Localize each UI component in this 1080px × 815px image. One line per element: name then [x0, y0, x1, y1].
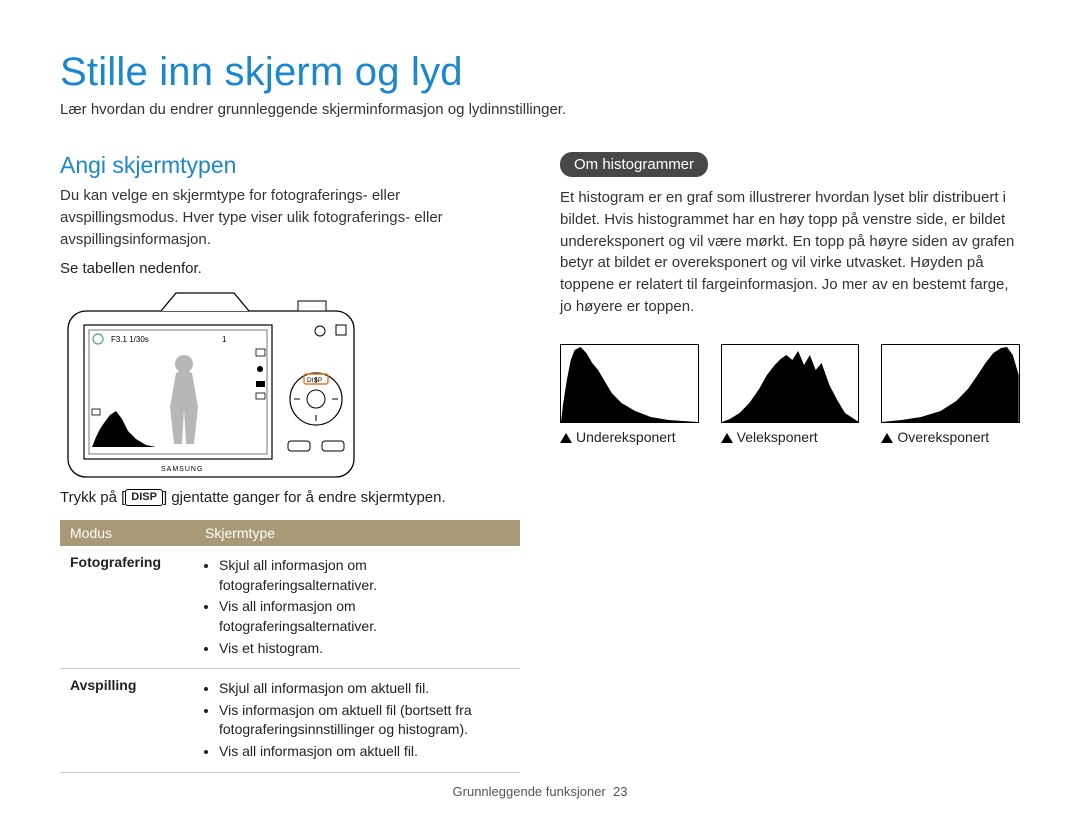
screen-shot-count: 1	[222, 335, 227, 344]
list-item: Skjul all informasjon om fotograferingsa…	[219, 556, 510, 595]
page-intro: Lær hvordan du endrer grunnleggende skje…	[60, 101, 1020, 118]
histogram-examples: Undereksponert Veleksponert	[560, 344, 1020, 445]
list-item: Skjul all informasjon om aktuell fil.	[219, 679, 510, 699]
screen-exposure-readout: F3.1 1/30s	[111, 335, 149, 344]
section-heading: Angi skjermtypen	[60, 152, 520, 179]
page-footer: Grunnleggende funksjoner 23	[0, 784, 1080, 799]
histogram-body: Et histogram er en graf som illustrerer …	[560, 187, 1020, 318]
table-row: Avspilling Skjul all informasjon om aktu…	[60, 669, 520, 772]
mode-cell: Avspilling	[60, 669, 195, 772]
triangle-icon	[721, 433, 733, 443]
triangle-icon	[560, 433, 572, 443]
disp-button-label: DISP	[307, 377, 322, 384]
see-table: Se tabellen nedenfor.	[60, 260, 520, 277]
histogram-wellexposed: Veleksponert	[721, 344, 860, 445]
mode-cell: Fotografering	[60, 546, 195, 668]
list-item: Vis all informasjon om aktuell fil.	[219, 742, 510, 762]
left-column: Angi skjermtypen Du kan velge en skjermt…	[60, 152, 520, 773]
page-title: Stille inn skjerm og lyd	[60, 50, 1020, 95]
list-item: Vis et histogram.	[219, 639, 510, 659]
list-item: Vis all informasjon om fotograferingsalt…	[219, 597, 510, 636]
list-item: Vis informasjon om aktuell fil (bortsett…	[219, 701, 510, 740]
press-instruction: Trykk på [DISP] gjentatte ganger for å e…	[60, 489, 520, 506]
histogram-underexposed: Undereksponert	[560, 344, 699, 445]
camera-brand: SAMSUNG	[161, 466, 203, 473]
histogram-overexposed: Overeksponert	[881, 344, 1020, 445]
triangle-icon	[881, 433, 893, 443]
section-body: Du kan velge en skjermtype for fotografe…	[60, 185, 520, 250]
screen-type-table: Modus Skjermtype Fotografering Skjul all…	[60, 520, 520, 772]
about-histograms-badge: Om histogrammer	[560, 152, 708, 177]
right-column: Om histogrammer Et histogram er en graf …	[560, 152, 1020, 773]
table-row: Fotografering Skjul all informasjon om f…	[60, 546, 520, 668]
disp-pill: DISP	[125, 489, 163, 506]
table-col-type: Skjermtype	[195, 520, 520, 546]
camera-illustration: F3.1 1/30s 1	[66, 289, 356, 479]
table-col-mode: Modus	[60, 520, 195, 546]
